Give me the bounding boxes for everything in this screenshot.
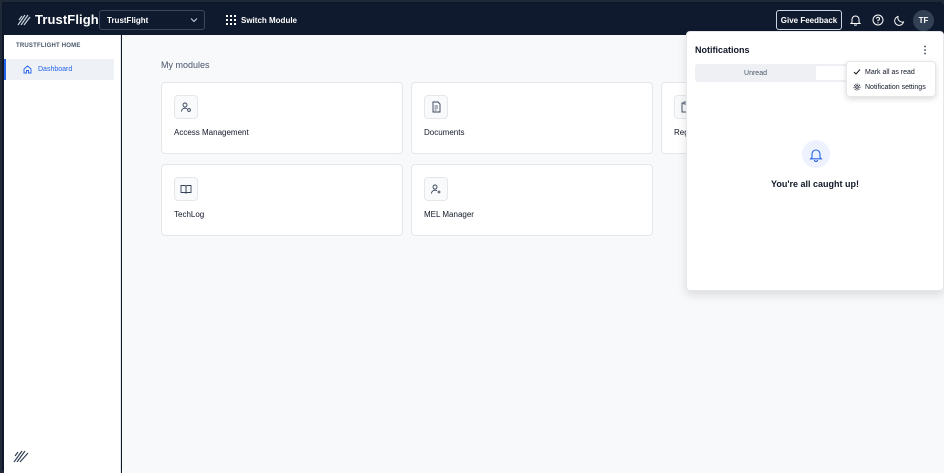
- more-options-icon[interactable]: [923, 45, 927, 55]
- chevron-down-icon: [190, 18, 198, 23]
- document-icon: [432, 101, 441, 113]
- trustflight-mark-icon: [13, 450, 29, 463]
- my-modules-heading: My modules: [161, 60, 210, 70]
- module-card-documents[interactable]: Documents: [411, 82, 653, 154]
- avatar-initials: TF: [918, 16, 929, 25]
- home-icon: [23, 65, 32, 74]
- module-label: TechLog: [174, 210, 205, 219]
- empty-state-icon-circle: [802, 140, 830, 168]
- module-icon-box: [174, 177, 198, 201]
- sidebar-item-label: Dashboard: [38, 66, 73, 73]
- give-feedback-label: Give Feedback: [780, 15, 838, 25]
- module-icon-box: [424, 177, 448, 201]
- notifications-options-menu: Mark all as read Notification settings: [846, 61, 936, 97]
- user-plus-icon: [431, 184, 441, 194]
- switch-module-button[interactable]: Switch Module: [226, 15, 297, 25]
- book-icon: [180, 185, 192, 194]
- sidebar: TRUSTFLIGHT HOME Dashboard: [4, 35, 121, 473]
- organization-select-value: TrustFlight: [107, 15, 149, 25]
- sidebar-item-dashboard[interactable]: Dashboard: [4, 59, 114, 80]
- organization-select[interactable]: TrustFlight: [99, 10, 205, 30]
- tab-unread-label: Unread: [744, 69, 767, 77]
- gear-icon: [853, 83, 861, 91]
- tab-unread[interactable]: Unread: [695, 64, 816, 82]
- user-gear-icon: [181, 102, 191, 112]
- sidebar-section-title: TRUSTFLIGHT HOME: [16, 43, 81, 49]
- notifications-title: Notifications: [695, 45, 750, 55]
- empty-state-message: You're all caught up!: [771, 179, 859, 189]
- brand-logo[interactable]: TrustFlight: [17, 12, 103, 27]
- bell-icon: [809, 148, 823, 162]
- moon-icon[interactable]: [894, 14, 906, 26]
- trustflight-logo-icon: [17, 14, 31, 25]
- app-window: TrustFlight TrustFlight Switch Module Gi…: [0, 0, 944, 473]
- check-icon: [853, 69, 861, 75]
- switch-module-label: Switch Module: [241, 15, 297, 25]
- user-avatar[interactable]: TF: [913, 10, 934, 31]
- menu-item-notification-settings[interactable]: Notification settings: [853, 83, 926, 91]
- help-icon[interactable]: [872, 14, 884, 26]
- menu-item-label: Mark all as read: [865, 68, 915, 76]
- menu-item-label: Notification settings: [865, 83, 926, 91]
- grid-icon: [226, 15, 236, 25]
- module-label: Documents: [424, 128, 465, 137]
- module-label: MEL Manager: [424, 210, 474, 219]
- menu-item-mark-all-read[interactable]: Mark all as read: [853, 68, 915, 76]
- module-icon-box: [424, 95, 448, 119]
- module-icon-box: [174, 95, 198, 119]
- module-card-access-management[interactable]: Access Management: [161, 82, 403, 154]
- module-card-techlog[interactable]: TechLog: [161, 164, 403, 236]
- bell-icon[interactable]: [850, 14, 861, 26]
- module-label: Access Management: [174, 128, 249, 137]
- give-feedback-button[interactable]: Give Feedback: [776, 10, 842, 30]
- module-card-mel-manager[interactable]: MEL Manager: [411, 164, 653, 236]
- brand-name: TrustFlight: [35, 12, 104, 27]
